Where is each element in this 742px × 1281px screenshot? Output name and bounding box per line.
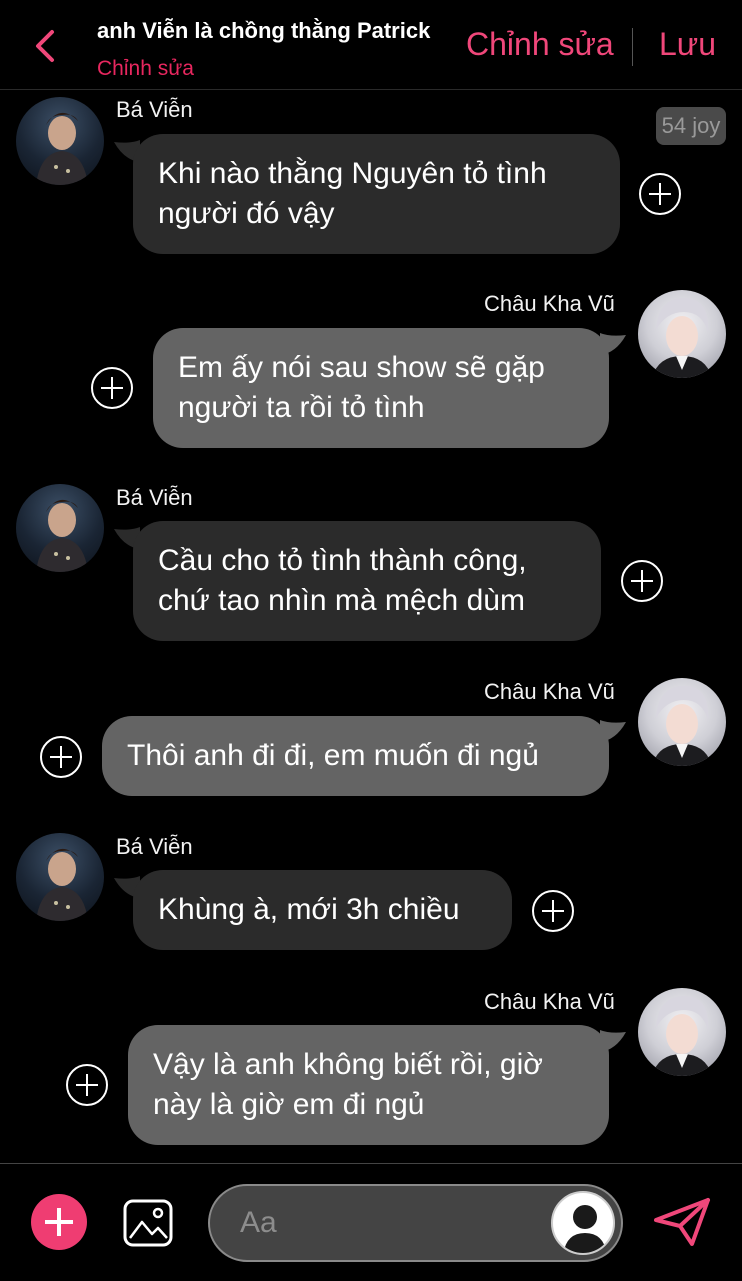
sender-name: Bá Viễn	[116, 834, 193, 859]
add-reaction-icon[interactable]	[621, 560, 663, 602]
sender-name: Bá Viễn	[116, 97, 193, 122]
sender-name: Châu Kha Vũ	[484, 989, 615, 1014]
chat-title: anh Viễn là chồng thằng Patrick	[97, 18, 431, 43]
message-line: chứ tao nhìn mà mệch dùm	[158, 584, 525, 617]
chat-subtitle[interactable]: Chỉnh sửa	[97, 57, 194, 81]
message-bubble[interactable]: Cầu cho tỏ tình thành công, chứ tao nhìn…	[133, 521, 601, 641]
message-bubble[interactable]: Khi nào thằng Nguyên tỏ tình người đó vậ…	[133, 134, 620, 254]
user-avatar-icon[interactable]	[551, 1191, 615, 1255]
message-line: Thôi anh đi đi, em muốn đi ngủ	[127, 739, 539, 772]
add-reaction-icon[interactable]	[91, 367, 133, 409]
message-line: người đó vậy	[158, 197, 335, 230]
message-line: Khùng à, mới 3h chiều	[158, 893, 460, 926]
add-reaction-icon[interactable]	[40, 736, 82, 778]
avatar-ba-vien[interactable]	[16, 484, 104, 572]
message-bubble[interactable]: Em ấy nói sau show sẽ gặp người ta rồi t…	[153, 328, 609, 448]
message-input[interactable]: Aa	[208, 1184, 623, 1262]
image-icon[interactable]	[122, 1198, 174, 1248]
message-line: này là giờ em đi ngủ	[153, 1088, 425, 1121]
avatar-chau-kha-vu-image	[652, 996, 712, 1076]
header-divider	[632, 28, 633, 66]
joy-badge: 54 joy	[656, 107, 726, 145]
save-button[interactable]: Lưu	[659, 26, 716, 63]
message-line: Em ấy nói sau show sẽ gặp	[178, 351, 545, 384]
avatar-ba-vien-image	[36, 499, 88, 572]
message-line: Vậy là anh không biết rồi, giờ	[153, 1048, 543, 1081]
message-bubble[interactable]: Khùng à, mới 3h chiều	[133, 870, 512, 950]
avatar-chau-kha-vu-image	[652, 686, 712, 766]
avatar-chau-kha-vu-image	[652, 298, 712, 378]
message-bubble[interactable]: Thôi anh đi đi, em muốn đi ngủ	[102, 716, 609, 796]
avatar-ba-vien-image	[36, 848, 88, 921]
avatar-chau-kha-vu[interactable]	[638, 290, 726, 378]
edit-button[interactable]: Chỉnh sửa	[466, 26, 614, 63]
plus-icon[interactable]	[31, 1194, 87, 1250]
sender-name: Châu Kha Vũ	[484, 679, 615, 704]
sender-name: Châu Kha Vũ	[484, 291, 615, 316]
add-reaction-icon[interactable]	[639, 173, 681, 215]
avatar-ba-vien[interactable]	[16, 833, 104, 921]
message-bubble[interactable]: Vậy là anh không biết rồi, giờ này là gi…	[128, 1025, 609, 1145]
send-icon[interactable]	[652, 1196, 712, 1248]
chat-header: anh Viễn là chồng thằng Patrick Chỉnh sử…	[0, 0, 742, 90]
avatar-ba-vien[interactable]	[16, 97, 104, 185]
message-input-placeholder: Aa	[240, 1206, 277, 1239]
sender-name: Bá Viễn	[116, 485, 193, 510]
avatar-chau-kha-vu[interactable]	[638, 678, 726, 766]
message-line: Khi nào thằng Nguyên tỏ tình	[158, 157, 547, 190]
add-reaction-icon[interactable]	[66, 1064, 108, 1106]
avatar-ba-vien-image	[36, 112, 88, 185]
message-line: người ta rồi tỏ tình	[178, 391, 425, 424]
back-chevron-icon[interactable]	[28, 26, 64, 66]
add-reaction-icon[interactable]	[532, 890, 574, 932]
message-line: Cầu cho tỏ tình thành công,	[158, 544, 527, 577]
avatar-chau-kha-vu[interactable]	[638, 988, 726, 1076]
